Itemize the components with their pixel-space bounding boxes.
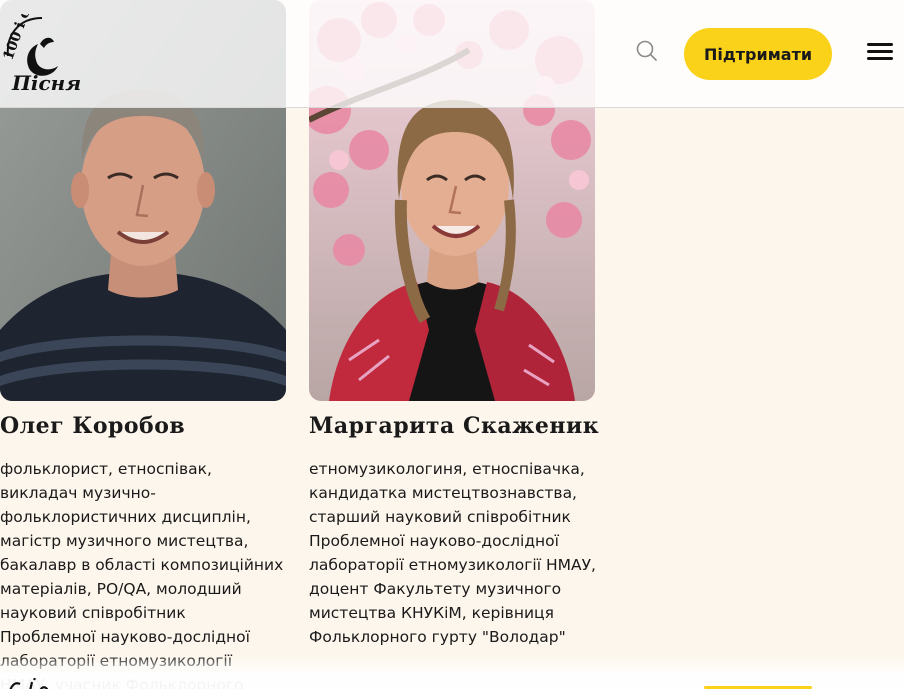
footer-logo-icon[interactable]	[4, 676, 64, 689]
logo-text-top: 100 і одна	[0, 14, 43, 62]
search-icon[interactable]	[636, 40, 658, 62]
support-button[interactable]: Підтримати	[684, 28, 832, 80]
bottom-fade	[0, 655, 904, 689]
person-name: Маргарита Скаженик	[309, 413, 600, 439]
menu-icon[interactable]	[867, 43, 893, 61]
logo-mark: 100 і одна Пісня	[0, 0, 81, 95]
logo-text-bottom: Пісня	[11, 71, 81, 94]
person-description: етномузикологиня, етноспівачка, кандидат…	[309, 460, 596, 646]
logo-icon[interactable]: 100 і одна Пісня	[0, 0, 84, 95]
site-header: 100 і одна Пісня Підтримати	[0, 0, 904, 108]
person-name: Олег Коробов	[0, 413, 186, 439]
